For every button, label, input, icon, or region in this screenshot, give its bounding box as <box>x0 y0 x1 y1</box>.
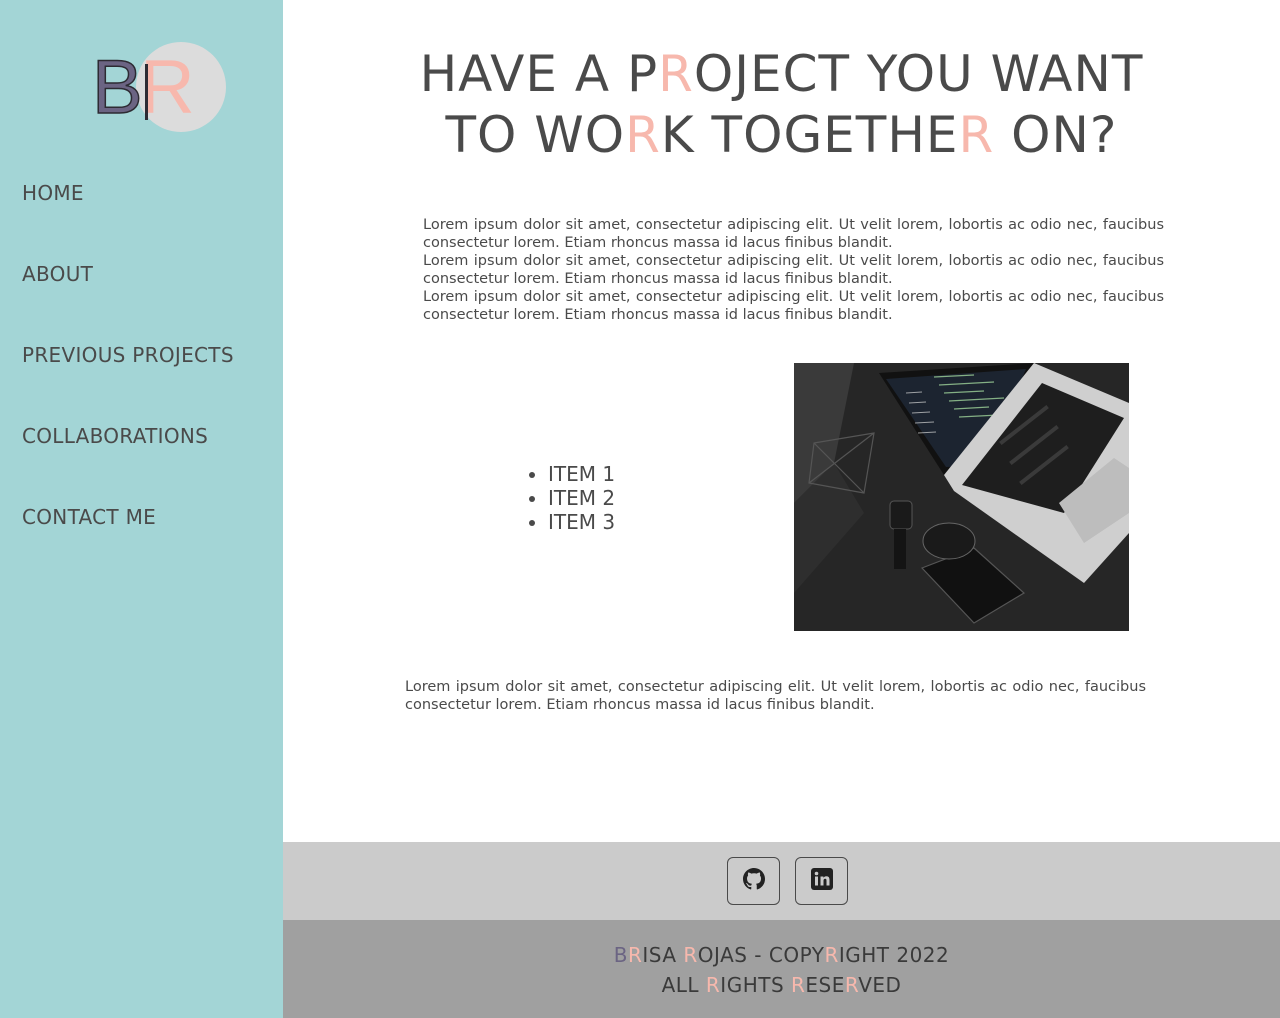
nav-contact-me[interactable]: CONTACT ME <box>22 505 156 529</box>
nav-home[interactable]: HOME <box>22 181 84 205</box>
outro-text: Lorem ipsum dolor sit amet, consectetur … <box>405 679 1146 713</box>
intro-paragraph: Lorem ipsum dolor sit amet, consectetur … <box>423 289 1164 323</box>
main-content: HAVE A PROJECT YOU WANT TO WORK TOGETHER… <box>283 0 1280 842</box>
logo[interactable]: B R <box>91 42 226 134</box>
nav-about[interactable]: ABOUT <box>22 262 93 286</box>
list-item: ITEM 3 <box>548 510 615 534</box>
page-headline: HAVE A PROJECT YOU WANT TO WORK TOGETHER… <box>283 44 1280 166</box>
linkedin-icon <box>810 868 833 894</box>
laptop-photo <box>794 363 1129 631</box>
linkedin-button[interactable] <box>795 857 848 905</box>
sidebar: B R HOME ABOUT PREVIOUS PROJECTS COLLABO… <box>0 0 283 1018</box>
logo-letter-b: B <box>91 45 143 130</box>
laptop-photo-illustration <box>794 363 1129 631</box>
item-list: ITEM 1 ITEM 2 ITEM 3 <box>528 462 615 534</box>
list-item: ITEM 1 <box>548 462 615 486</box>
nav-previous-projects[interactable]: PREVIOUS PROJECTS <box>22 343 234 367</box>
github-icon <box>742 868 765 894</box>
headline-line-2: TO WORK TOGETHER ON? <box>445 106 1118 164</box>
footer: BRISA ROJAS - COPYRIGHT 2022 ALL RIGHTS … <box>283 920 1280 1018</box>
headline-line-1: HAVE A PROJECT YOU WANT <box>419 45 1144 103</box>
logo-stroke <box>145 64 148 120</box>
github-button[interactable] <box>727 857 780 905</box>
intro-paragraph: Lorem ipsum dolor sit amet, consectetur … <box>423 253 1164 287</box>
nav-collaborations[interactable]: COLLABORATIONS <box>22 424 208 448</box>
footer-rights: ALL RIGHTS RESERVED <box>661 973 902 997</box>
intro-paragraph: Lorem ipsum dolor sit amet, consectetur … <box>423 217 1164 251</box>
logo-letter-r: R <box>140 45 195 130</box>
social-bar <box>283 842 1280 920</box>
footer-copyright: BRISA ROJAS - COPYRIGHT 2022 <box>613 943 950 967</box>
list-item: ITEM 2 <box>548 486 615 510</box>
intro-text: Lorem ipsum dolor sit amet, consectetur … <box>423 216 1164 324</box>
